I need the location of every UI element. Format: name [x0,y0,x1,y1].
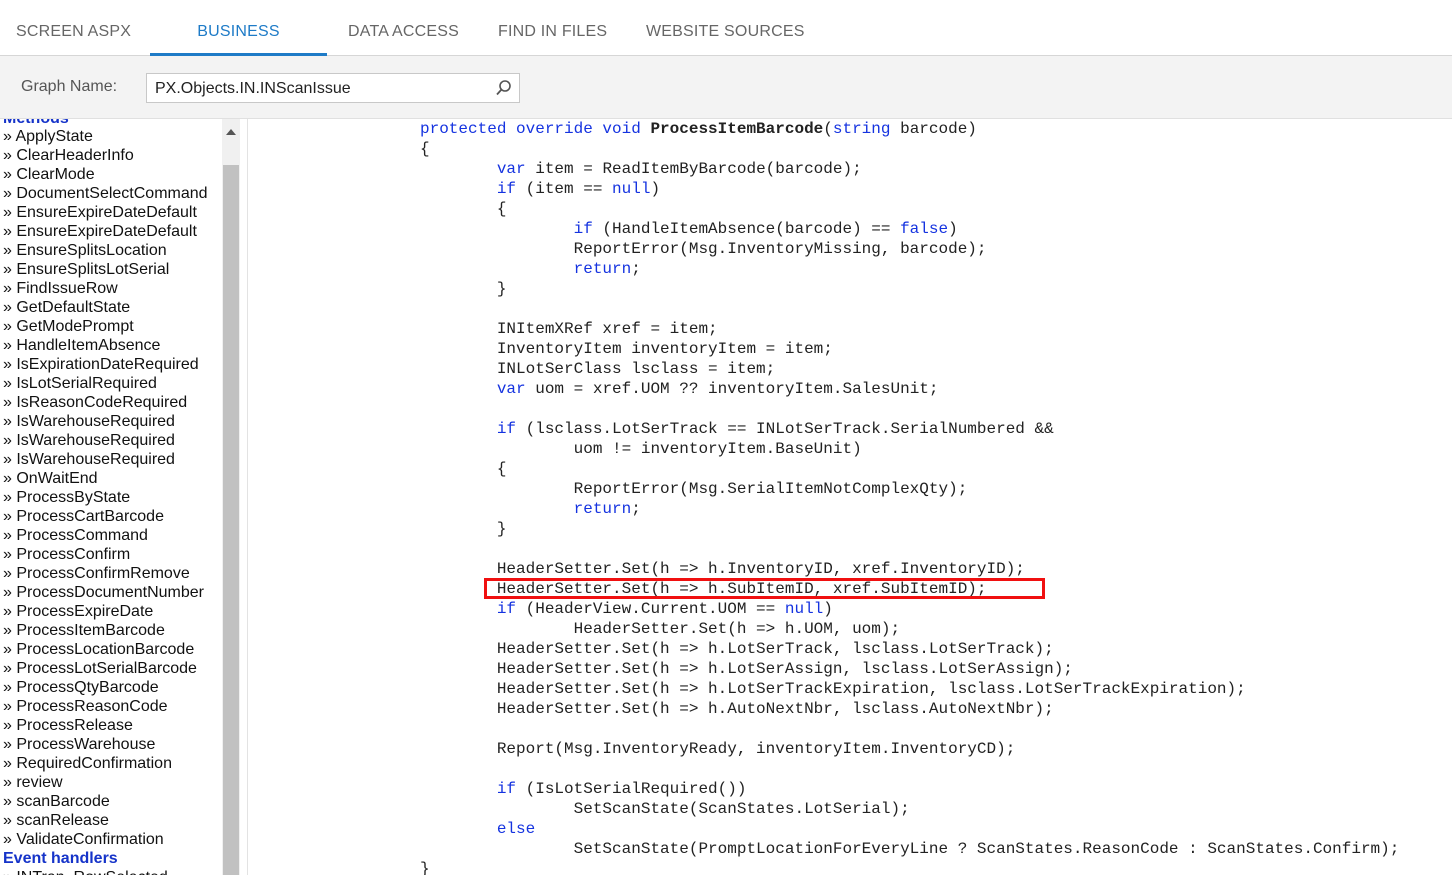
code-line: SetScanState(ScanStates.LotSerial); [420,800,910,818]
method-item[interactable]: » FindIssueRow [3,279,118,298]
method-item[interactable]: » EnsureSplitsLocation [3,241,167,260]
search-icon[interactable] [495,79,513,97]
code-line: if (HandleItemAbsence(barcode) == false) [573,220,958,238]
method-list-scrollbar[interactable] [222,119,240,875]
method-item[interactable]: » ProcessExpireDate [3,602,153,621]
method-item[interactable]: » ProcessRelease [3,716,133,735]
method-item[interactable]: » ApplyState [3,127,93,146]
scroll-thumb[interactable] [223,165,239,875]
code-line: HeaderSetter.Set(h => h.LotSerTrackExpir… [420,680,1246,698]
tab-bar: SCREEN ASPX BUSINESS LOGIC DATA ACCESS F… [0,0,1452,104]
method-item[interactable]: » OnWaitEnd [3,469,98,488]
method-item[interactable]: » ProcessCartBarcode [3,507,164,526]
method-item[interactable]: » ProcessWarehouse [3,735,155,754]
graph-name-label: Graph Name: [21,78,118,95]
method-item[interactable]: » HandleItemAbsence [3,336,160,355]
method-item[interactable]: » ProcessDocumentNumber [3,583,204,602]
code-editor[interactable]: protected override void ProcessItemBarco… [248,119,1452,875]
method-item[interactable]: » ProcessByState [3,488,130,507]
code-line: return; [573,500,641,518]
method-item[interactable]: » RequiredConfirmation [3,754,172,773]
method-item[interactable]: » EnsureSplitsLotSerial [3,260,169,279]
code-line: HeaderSetter.Set(h => h.AutoNextNbr, lsc… [420,700,1054,718]
method-item[interactable]: » IsWarehouseRequired [3,412,175,431]
highlight-box [484,578,1045,599]
code-line: if (lsclass.LotSerTrack == INLotSerTrack… [496,420,1054,438]
code-line: uom != inventoryItem.BaseUnit) [420,440,862,458]
scroll-up-arrow-icon[interactable] [222,119,240,147]
tab-data-access[interactable]: DATA ACCESS [348,0,459,55]
code-line: ReportError(Msg.SerialItemNotComplexQty)… [420,480,968,498]
code-line: InventoryItem inventoryItem = item; [420,340,833,358]
code-line: } [420,860,430,875]
code-line: { [420,140,430,158]
method-item[interactable]: » ValidateConfirmation [3,830,164,849]
section-header-event-handlers: Event handlers [3,850,118,867]
method-item[interactable]: » IsWarehouseRequired [3,450,175,469]
method-item[interactable]: » ProcessLotSerialBarcode [3,659,197,678]
method-item[interactable]: » DocumentSelectCommand [3,184,208,203]
method-item[interactable]: » ProcessConfirm [3,545,130,564]
tab-find-in-files[interactable]: FIND IN FILES [498,0,607,55]
method-item[interactable]: » EnsureExpireDateDefault [3,203,197,222]
code-line: { [420,200,507,218]
pane-divider[interactable] [240,119,248,875]
method-item[interactable]: » ProcessItemBarcode [3,621,165,640]
code-line: var uom = xref.UOM ?? inventoryItem.Sale… [496,380,939,398]
code-line: HeaderSetter.Set(h => h.InventoryID, xre… [420,560,1025,578]
tab-screen-aspx[interactable]: SCREEN ASPX [16,0,131,55]
code-line: { [420,460,507,478]
method-item[interactable]: » IsExpirationDateRequired [3,355,199,374]
code-line: Report(Msg.InventoryReady, inventoryItem… [420,740,1016,758]
code-line: HeaderSetter.Set(h => h.LotSerTrack, lsc… [420,640,1054,658]
code-line: INItemXRef xref = item; [420,320,718,338]
method-item[interactable]: » ProcessReasonCode [3,697,168,716]
method-item[interactable]: » ProcessLocationBarcode [3,640,194,659]
method-item[interactable]: » EnsureExpireDateDefault [3,222,197,241]
code-line: HeaderSetter.Set(h => h.UOM, uom); [420,620,901,638]
code-line: } [420,520,507,538]
code-line: else [496,820,536,838]
code-line: if (IsLotSerialRequired()) [496,780,747,798]
code-line: SetScanState(PromptLocationForEveryLine … [420,840,1400,858]
code-line: ReportError(Msg.InventoryMissing, barcod… [420,240,987,258]
tab-business-logic[interactable]: BUSINESS LOGIC [150,0,327,104]
code-line: if (HeaderView.Current.UOM == null) [496,600,833,618]
method-item[interactable]: » ProcessQtyBarcode [3,678,159,697]
code-line: var item = ReadItemByBarcode(barcode); [496,160,862,178]
method-list: Methods » ApplyState» ClearHeaderInfo» C… [0,119,222,875]
code-line: } [420,280,507,298]
method-item[interactable]: » IsLotSerialRequired [3,374,157,393]
method-item[interactable]: » scanRelease [3,811,109,830]
method-item[interactable]: » ClearHeaderInfo [3,146,134,165]
graph-name-field[interactable]: PX.Objects.IN.INScanIssue [146,73,520,103]
method-item[interactable]: » GetDefaultState [3,298,130,317]
code-line: HeaderSetter.Set(h => h.LotSerAssign, ls… [420,660,1073,678]
method-item[interactable]: » IsReasonCodeRequired [3,393,187,412]
graph-name-value: PX.Objects.IN.INScanIssue [155,80,351,97]
filter-bar: Graph Name: PX.Objects.IN.INScanIssue [0,56,1452,119]
code-line: protected override void ProcessItemBarco… [420,120,977,138]
event-handler-item[interactable]: » INTran_RowSelected [3,868,168,875]
tab-website-sources[interactable]: WEBSITE SOURCES [646,0,805,55]
method-item[interactable]: » ProcessConfirmRemove [3,564,190,583]
code-line: if (item == null) [496,180,661,198]
code-line: return; [573,260,641,278]
method-item[interactable]: » ClearMode [3,165,95,184]
method-item[interactable]: » scanBarcode [3,792,110,811]
method-item[interactable]: » review [3,773,63,792]
method-item[interactable]: » ProcessCommand [3,526,148,545]
code-line: INLotSerClass lsclass = item; [420,360,776,378]
method-item[interactable]: » IsWarehouseRequired [3,431,175,450]
method-item[interactable]: » GetModePrompt [3,317,134,336]
